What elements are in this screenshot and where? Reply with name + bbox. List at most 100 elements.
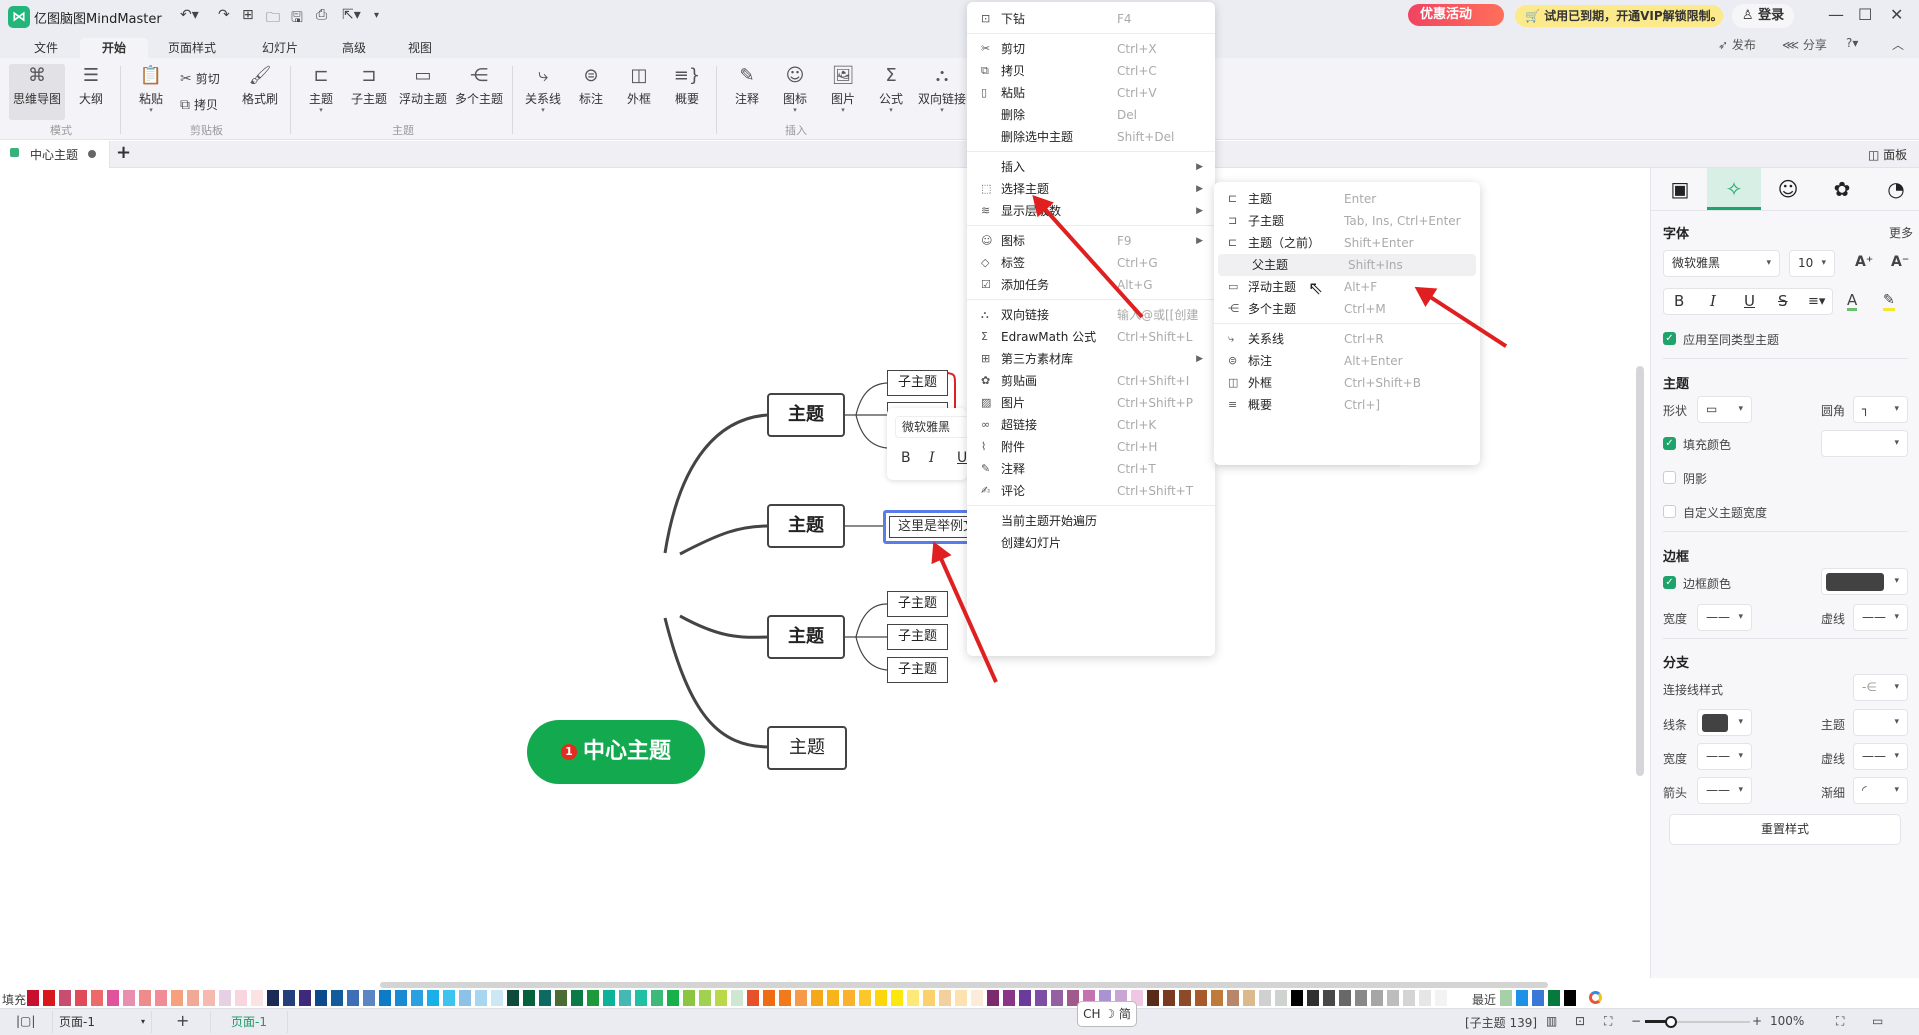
color-swatch[interactable] xyxy=(875,990,887,1006)
menu-slides[interactable]: 幻灯片 xyxy=(250,38,310,58)
font-decrease-icon[interactable]: A⁻ xyxy=(1891,254,1909,270)
color-swatch[interactable] xyxy=(107,990,119,1006)
color-wheel-icon[interactable] xyxy=(1589,991,1602,1004)
color-swatch[interactable] xyxy=(475,990,487,1006)
menu-item[interactable]: ≋显示层级数▶ xyxy=(967,200,1215,222)
menu-item[interactable]: ⛬ 双向链接 输入@或[[创建 xyxy=(967,304,1215,326)
color-swatch[interactable] xyxy=(1355,990,1367,1006)
menu-item[interactable]: ✍ 评论 Ctrl+Shift+T xyxy=(967,480,1215,502)
topic-node[interactable]: 主题 xyxy=(767,393,845,437)
color-swatch[interactable] xyxy=(1051,990,1063,1006)
menu-item[interactable]: ⊐ 子主题 Tab, Ins, Ctrl+Enter xyxy=(1214,210,1480,232)
note-button[interactable]: ✎ 注释 xyxy=(724,64,770,120)
color-swatch[interactable] xyxy=(1259,990,1271,1006)
fit-page-icon[interactable]: ⊡ xyxy=(1575,1014,1585,1028)
color-swatch[interactable] xyxy=(203,990,215,1006)
menu-item[interactable]: Σ EdrawMath 公式 Ctrl+Shift+L xyxy=(967,326,1215,348)
branch-width-select[interactable]: —— ▾ xyxy=(1697,743,1752,770)
color-swatch[interactable] xyxy=(1211,990,1223,1006)
subtopic-node[interactable]: 子主题 xyxy=(887,624,948,650)
topic-node[interactable]: 主题 xyxy=(767,504,845,548)
color-swatch[interactable] xyxy=(699,990,711,1006)
font-increase-icon[interactable]: A⁺ xyxy=(1855,254,1873,270)
vip-notice[interactable]: 🛒 试用已到期，开通VIP解锁限制。 xyxy=(1515,5,1723,27)
menu-item[interactable]: 插入 ▶ xyxy=(967,156,1215,178)
color-swatch[interactable] xyxy=(91,990,103,1006)
color-swatch[interactable] xyxy=(571,990,583,1006)
menu-home[interactable]: 开始 xyxy=(80,38,148,58)
history-tab-icon[interactable]: ◔ xyxy=(1869,168,1919,210)
color-swatch[interactable] xyxy=(59,990,71,1006)
topic-node[interactable]: 主题 xyxy=(767,615,845,659)
shape-select[interactable]: ▭ ▾ xyxy=(1697,396,1752,423)
menu-item[interactable]: 删除选中主题 Shift+Del xyxy=(967,126,1215,148)
menu-item[interactable]: ✿ 剪贴画 Ctrl+Shift+I xyxy=(967,370,1215,392)
color-swatch[interactable] xyxy=(971,990,983,1006)
columns-view-icon[interactable]: ▥ xyxy=(1546,1014,1557,1028)
corner-select[interactable]: ┐ ▾ xyxy=(1853,396,1908,423)
color-swatch[interactable] xyxy=(1195,990,1207,1006)
menu-item[interactable]: ≡ 概要 Ctrl+] xyxy=(1214,394,1480,416)
strikethrough-icon[interactable]: S xyxy=(1778,289,1788,314)
add-page-button[interactable]: + xyxy=(176,1011,189,1030)
apply-same-checkbox[interactable]: ✓ xyxy=(1663,332,1676,345)
color-swatch[interactable] xyxy=(75,990,87,1006)
color-swatch[interactable] xyxy=(763,990,775,1006)
fill-color-checkbox[interactable]: ✓ xyxy=(1663,437,1676,450)
menu-item[interactable]: ✎ 注释 Ctrl+T xyxy=(967,458,1215,480)
subtopic-node[interactable]: 子主题 xyxy=(887,370,948,396)
line-color-select[interactable]: ▾ xyxy=(1697,709,1752,736)
color-swatch[interactable] xyxy=(491,990,503,1006)
menu-item[interactable]: 创建幻灯片 xyxy=(967,532,1215,554)
paste-button[interactable]: 📋 粘贴 ▾ xyxy=(128,64,174,120)
font-size-select[interactable]: 10 ▾ xyxy=(1789,250,1835,277)
close-button[interactable]: ✕ xyxy=(1890,5,1903,24)
bilink-button[interactable]: ⛬ 双向链接 ▾ xyxy=(914,64,970,120)
color-swatch[interactable] xyxy=(379,990,391,1006)
floating-topic-button[interactable]: ▭ 浮动主题 xyxy=(396,64,450,120)
color-swatch[interactable] xyxy=(667,990,679,1006)
topic-button[interactable]: ⊏ 主题 ▾ xyxy=(298,64,344,120)
color-swatch[interactable] xyxy=(1339,990,1351,1006)
color-swatch[interactable] xyxy=(283,990,295,1006)
zoom-slider-track[interactable] xyxy=(1645,1016,1750,1028)
vertical-scrollbar[interactable] xyxy=(1636,366,1644,776)
color-swatch[interactable] xyxy=(123,990,135,1006)
ai-sparkle-tab-icon[interactable]: ✧ xyxy=(1707,168,1761,210)
border-color-checkbox[interactable]: ✓ xyxy=(1663,576,1676,589)
color-swatch[interactable] xyxy=(603,990,615,1006)
menu-item[interactable]: ⊜ 标注 Alt+Enter xyxy=(1214,350,1480,372)
collapse-ribbon-icon[interactable]: ︿ xyxy=(1892,36,1904,53)
zoom-out-button[interactable]: − xyxy=(1631,1014,1641,1028)
color-swatch[interactable] xyxy=(1403,990,1415,1006)
color-swatch[interactable] xyxy=(923,990,935,1006)
menu-file[interactable]: 文件 xyxy=(22,38,70,58)
color-swatch[interactable] xyxy=(43,990,55,1006)
color-swatch[interactable] xyxy=(187,990,199,1006)
menu-item[interactable]: ⧉ 拷贝 Ctrl+C xyxy=(967,60,1215,82)
branch-dash-select[interactable]: —— ▾ xyxy=(1853,743,1908,770)
menu-item[interactable]: ⌇ 附件 Ctrl+H xyxy=(967,436,1215,458)
menu-item[interactable]: ▨ 图片 Ctrl+Shift+P xyxy=(967,392,1215,414)
color-swatch[interactable] xyxy=(683,990,695,1006)
color-swatch[interactable] xyxy=(795,990,807,1006)
relationship-button[interactable]: ⤷ 关系线 ▾ xyxy=(520,64,566,120)
mini-font-select[interactable]: 微软雅黑 xyxy=(895,416,969,438)
zoom-level[interactable]: 100% xyxy=(1770,1014,1804,1028)
emoji-tab-icon[interactable]: ☺ xyxy=(1761,168,1815,210)
subtopic-node[interactable]: 子主题 xyxy=(887,657,948,683)
color-swatch[interactable] xyxy=(299,990,311,1006)
boundary-button[interactable]: ◫ 外框 xyxy=(616,64,662,120)
color-swatch[interactable] xyxy=(1179,990,1191,1006)
color-swatch[interactable] xyxy=(715,990,727,1006)
multi-topic-button[interactable]: ⋲ 多个主题 xyxy=(452,64,506,120)
more-link[interactable]: 更多 xyxy=(1889,224,1913,241)
color-swatch[interactable] xyxy=(827,990,839,1006)
align-icon[interactable]: ≡▾ xyxy=(1808,289,1825,314)
color-swatch[interactable] xyxy=(251,990,263,1006)
menu-item[interactable]: ▭ 浮动主题 Alt+F xyxy=(1214,276,1480,298)
color-swatch[interactable] xyxy=(331,990,343,1006)
color-swatch[interactable] xyxy=(1371,990,1383,1006)
menu-item[interactable]: ✂ 剪切 Ctrl+X xyxy=(967,38,1215,60)
color-swatch[interactable] xyxy=(1291,990,1303,1006)
